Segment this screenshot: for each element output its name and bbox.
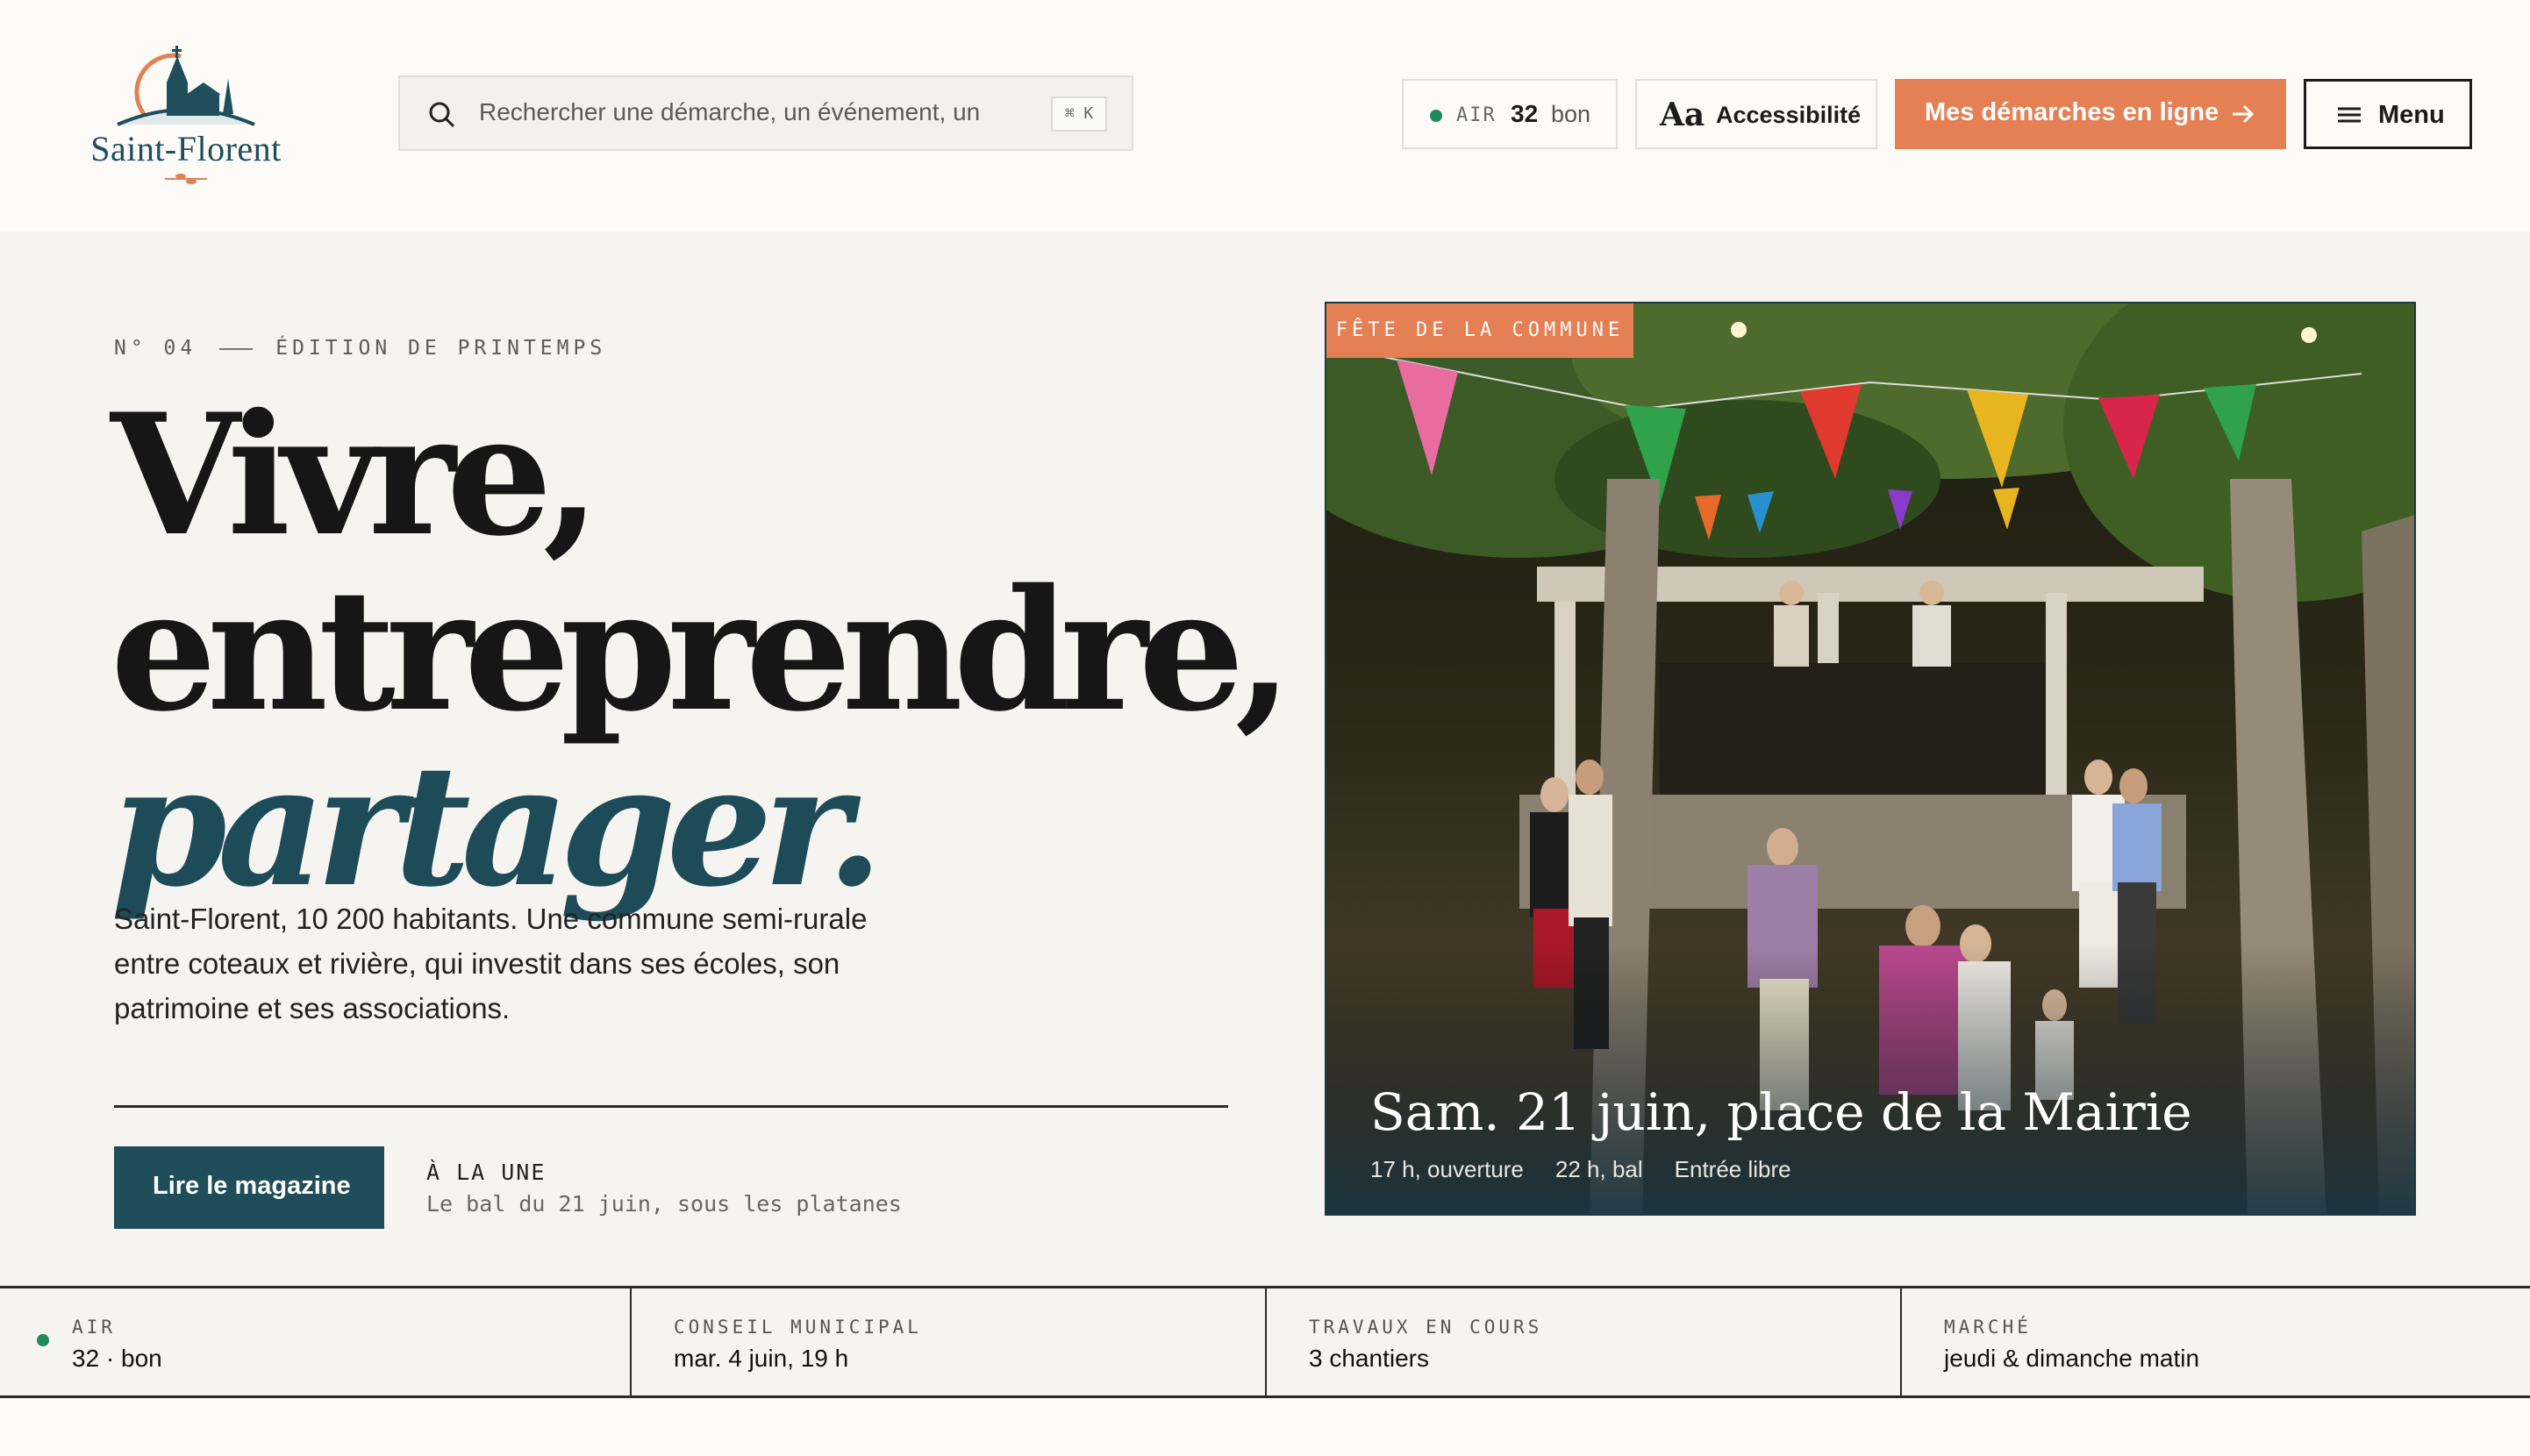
site-header: Saint-Florent Rechercher une démarche, u…	[0, 0, 2530, 232]
hero-lead: Saint-Florent, 10 200 habitants. Une com…	[114, 903, 868, 1024]
headline-label: À LA UNE	[426, 1160, 547, 1185]
strip-value: jeudi & dimanche matin	[1944, 1345, 2200, 1372]
laurel-icon	[165, 174, 207, 184]
strip-label: AIR	[72, 1317, 116, 1338]
search-icon	[429, 102, 455, 128]
event-meta-entry: Entrée libre	[1674, 1156, 1791, 1182]
search-input[interactable]: Rechercher une démarche, un événement, u…	[398, 75, 1133, 151]
menu-label: Menu	[2378, 101, 2445, 129]
strip-item-council[interactable]: CONSEIL MUNICIPAL mar. 4 juin, 19 h	[630, 1288, 1265, 1395]
issue-eyebrow: N° 04 ÉDITION DE PRINTEMPS	[114, 337, 606, 360]
hero-title-line-3: partager.	[111, 728, 883, 924]
event-meta-ball: 22 h, bal	[1554, 1156, 1643, 1182]
online-procedures-button[interactable]: Mes démarches en ligne	[1895, 79, 2286, 149]
hero-title-line-2: entreprendre,	[111, 553, 1293, 748]
arrow-right-icon	[2233, 104, 2255, 124]
strip-label: TRAVAUX EN COURS	[1309, 1317, 1543, 1338]
status-dot-icon	[1430, 110, 1442, 122]
hero-divider	[114, 1105, 1228, 1108]
hero-section: N° 04 ÉDITION DE PRINTEMPS Vivre, entrepr…	[0, 232, 2530, 1286]
air-status: bon	[1551, 101, 1591, 127]
strip-item-works[interactable]: TRAVAUX EN COURS 3 chantiers	[1265, 1288, 1900, 1395]
menu-button[interactable]: Menu	[2304, 79, 2472, 149]
accessibility-label: Accessibilité	[1716, 102, 1862, 128]
festival-photo	[1326, 303, 2414, 1214]
read-magazine-button[interactable]: Lire le magazine	[114, 1146, 384, 1229]
church-logo-icon	[117, 46, 255, 126]
site-logo[interactable]: Saint-Florent	[82, 40, 289, 189]
eyebrow-divider	[219, 347, 254, 350]
strip-item-market[interactable]: MARCHÉ jeudi & dimanche matin	[1900, 1288, 2530, 1395]
air-label: AIR	[1456, 104, 1497, 126]
status-dot-icon	[37, 1334, 49, 1346]
strip-label: MARCHÉ	[1944, 1317, 2032, 1338]
hamburger-icon	[2338, 107, 2361, 123]
event-meta: 17 h, ouverture 22 h, bal Entrée libre	[1370, 1156, 1823, 1183]
strip-item-air[interactable]: AIR 32 · bon	[0, 1288, 630, 1395]
info-strip: AIR 32 · bon CONSEIL MUNICIPAL mar. 4 ju…	[0, 1286, 2530, 1398]
feature-card[interactable]: FÊTE DE LA COMMUNE Sam. 21 juin, place d…	[1325, 302, 2416, 1216]
event-meta-opening: 17 h, ouverture	[1370, 1156, 1524, 1182]
edition-label: ÉDITION DE PRINTEMPS	[275, 337, 607, 360]
issue-number: N° 04	[114, 337, 197, 360]
hero-title-line-1: Vivre,	[111, 377, 601, 573]
hero-title: Vivre, entreprendre, partager.	[111, 377, 1293, 924]
page-bottom	[0, 1398, 2530, 1456]
headline-link[interactable]: Le bal du 21 juin, sous les platanes	[426, 1191, 902, 1217]
event-tag: FÊTE DE LA COMMUNE	[1326, 303, 1633, 358]
event-title: Sam. 21 juin, place de la Mairie	[1370, 1082, 2192, 1142]
cta-label: Mes démarches en ligne	[1925, 98, 2219, 126]
logo-wordmark: Saint-Florent	[90, 129, 282, 168]
strip-label: CONSEIL MUNICIPAL	[674, 1317, 922, 1338]
strip-value: 32 · bon	[72, 1345, 162, 1372]
air-quality-badge[interactable]: AIR 32 bon	[1402, 79, 1618, 149]
text-size-icon: Aa	[1660, 96, 1705, 133]
read-magazine-label: Lire le magazine	[153, 1172, 351, 1200]
accessibility-button[interactable]: Aa Accessibilité	[1635, 79, 1877, 149]
search-placeholder: Rechercher une démarche, un événement, u…	[479, 98, 981, 125]
strip-value: mar. 4 juin, 19 h	[674, 1345, 849, 1372]
air-value: 32	[1511, 100, 1539, 127]
strip-value: 3 chantiers	[1309, 1345, 1429, 1372]
search-shortcut-badge: ⌘ K	[1051, 96, 1107, 132]
